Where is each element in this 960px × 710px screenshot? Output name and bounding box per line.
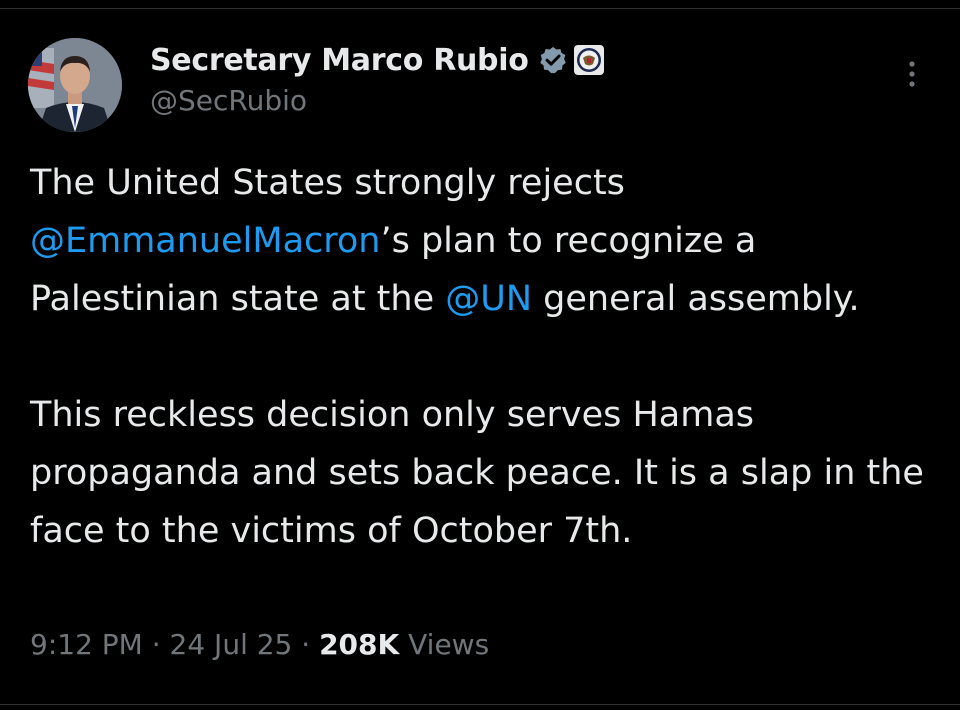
bottom-divider [0,704,960,705]
more-vertical-icon[interactable] [900,58,924,92]
top-divider [0,8,960,9]
tweet-date[interactable]: 24 Jul 25 [170,628,293,661]
author-display-name[interactable]: Secretary Marco Rubio [150,43,529,78]
avatar-photo [28,38,122,132]
meta-separator: · [142,628,170,661]
views-count[interactable]: 208K [319,628,399,661]
views-label: Views [399,628,490,661]
verified-badge-icon[interactable] [538,45,568,75]
tweet-text: The United States strongly rejects @Emma… [30,154,940,560]
us-state-department-seal-icon[interactable] [573,44,605,76]
mention-link-un[interactable]: @UN [445,279,532,319]
tweet-paragraph-1: The United States strongly rejects @Emma… [30,154,940,328]
tweet-author: Secretary Marco Rubio @SecRubio [150,40,605,117]
author-name-row: Secretary Marco Rubio [150,40,605,80]
tweet-text-segment: The United States strongly rejects [30,163,625,203]
tweet-meta: 9:12 PM · 24 Jul 25 · 208K Views [30,628,489,661]
mention-link-emmanuelmacron[interactable]: @EmmanuelMacron [30,221,380,261]
meta-separator: · [292,628,320,661]
author-handle[interactable]: @SecRubio [150,84,605,117]
tweet-text-segment: general assembly. [532,279,860,319]
avatar[interactable] [28,38,122,132]
tweet-paragraph-2: This reckless decision only serves Hamas… [30,395,924,551]
tweet-time[interactable]: 9:12 PM [30,628,143,661]
